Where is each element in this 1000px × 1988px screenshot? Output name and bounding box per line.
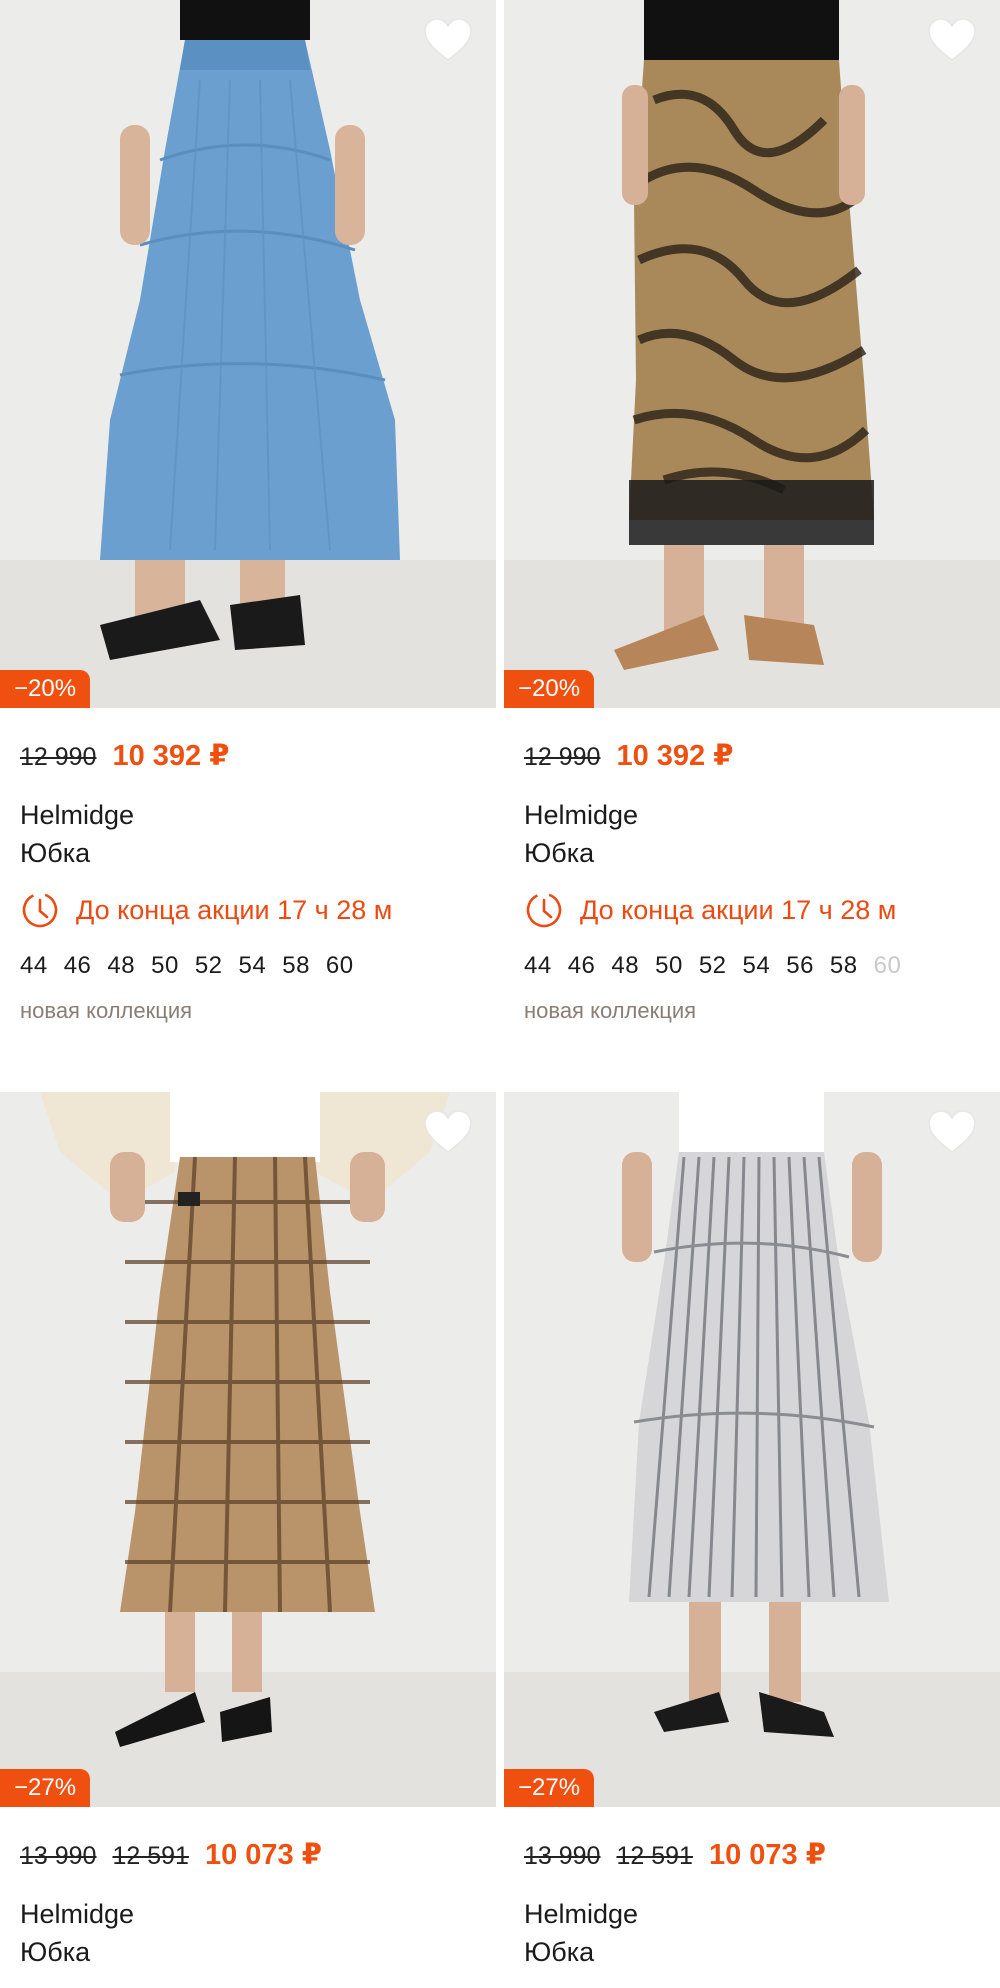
size-option[interactable]: 60 [874,952,902,980]
size-option[interactable]: 54 [239,952,267,980]
heart-icon[interactable] [926,16,978,64]
heart-icon[interactable] [422,16,474,64]
product-card[interactable]: −27% 13 990 12 591 10 073 ₽ Helmidge Юбк… [504,1092,1000,1971]
price-row: 13 990 12 591 10 073 ₽ [524,1837,980,1877]
promo-timer: До конца акции 17 ч 28 м [20,888,476,932]
size-option[interactable]: 58 [282,952,310,980]
product-name[interactable]: Юбка [524,834,980,872]
price-row: 12 990 10 392 ₽ [20,738,476,778]
size-option[interactable]: 48 [611,952,639,980]
size-option[interactable]: 58 [830,952,858,980]
product-image[interactable]: −27% [0,1092,496,1807]
old-price: 13 990 [524,1842,601,1870]
promo-text: До конца акции 17 ч 28 м [76,894,393,925]
previous-price: 12 591 [112,1842,189,1870]
size-list: 44 46 48 50 52 54 56 58 60 [524,946,980,986]
discount-badge: −20% [504,670,595,708]
skirt-image [0,1092,496,1807]
size-option[interactable]: 52 [699,952,727,980]
price-row: 13 990 12 591 10 073 ₽ [20,1837,476,1877]
skirt-image [0,0,496,708]
collection-tag: новая коллекция [20,998,193,1023]
product-image[interactable]: −20% [0,0,496,708]
size-option[interactable]: 52 [195,952,223,980]
brand-name[interactable]: Helmidge [20,796,476,834]
product-name[interactable]: Юбка [20,1933,476,1971]
skirt-image [504,1092,1000,1807]
old-price: 13 990 [20,1842,97,1870]
size-option[interactable]: 54 [743,952,771,980]
previous-price: 12 591 [616,1842,693,1870]
size-list: 44 46 48 50 52 54 58 60 [20,946,476,986]
product-image[interactable]: −27% [504,1092,1000,1807]
current-price: 10 392 ₽ [616,740,734,772]
product-card[interactable]: −27% 13 990 12 591 10 073 ₽ Helmidge Юбк… [0,1092,496,1971]
old-price: 12 990 [524,743,601,771]
heart-icon[interactable] [422,1108,474,1156]
size-option[interactable]: 56 [786,952,814,980]
heart-icon[interactable] [926,1108,978,1156]
current-price: 10 392 ₽ [112,740,230,772]
discount-badge: −27% [0,1769,91,1807]
promo-text: До конца акции 17 ч 28 м [580,894,897,925]
old-price: 12 990 [20,743,97,771]
size-option[interactable]: 50 [655,952,683,980]
discount-badge: −27% [504,1769,595,1807]
product-grid: −20% 12 990 10 392 ₽ Helmidge Юбка До ко… [0,0,1000,1988]
promo-timer: До конца акции 17 ч 28 м [524,888,980,932]
brand-name[interactable]: Helmidge [20,1895,476,1933]
size-option[interactable]: 48 [107,952,135,980]
brand-name[interactable]: Helmidge [524,1895,980,1933]
current-price: 10 073 ₽ [708,1839,826,1871]
size-option[interactable]: 46 [568,952,596,980]
size-option[interactable]: 44 [524,952,552,980]
clock-icon [22,892,58,928]
product-image[interactable]: −20% [504,0,1000,708]
size-option[interactable]: 60 [326,952,354,980]
skirt-image [504,0,1000,708]
current-price: 10 073 ₽ [204,1839,322,1871]
product-name[interactable]: Юбка [524,1933,980,1971]
size-option[interactable]: 50 [151,952,179,980]
collection-tag: новая коллекция [524,998,697,1023]
size-option[interactable]: 46 [64,952,92,980]
price-row: 12 990 10 392 ₽ [524,738,980,778]
brand-name[interactable]: Helmidge [524,796,980,834]
product-name[interactable]: Юбка [20,834,476,872]
product-card[interactable]: −20% 12 990 10 392 ₽ Helmidge Юбка До ко… [0,0,496,1024]
size-option[interactable]: 44 [20,952,48,980]
product-card[interactable]: −20% 12 990 10 392 ₽ Helmidge Юбка До ко… [504,0,1000,1024]
clock-icon [526,892,562,928]
discount-badge: −20% [0,670,91,708]
